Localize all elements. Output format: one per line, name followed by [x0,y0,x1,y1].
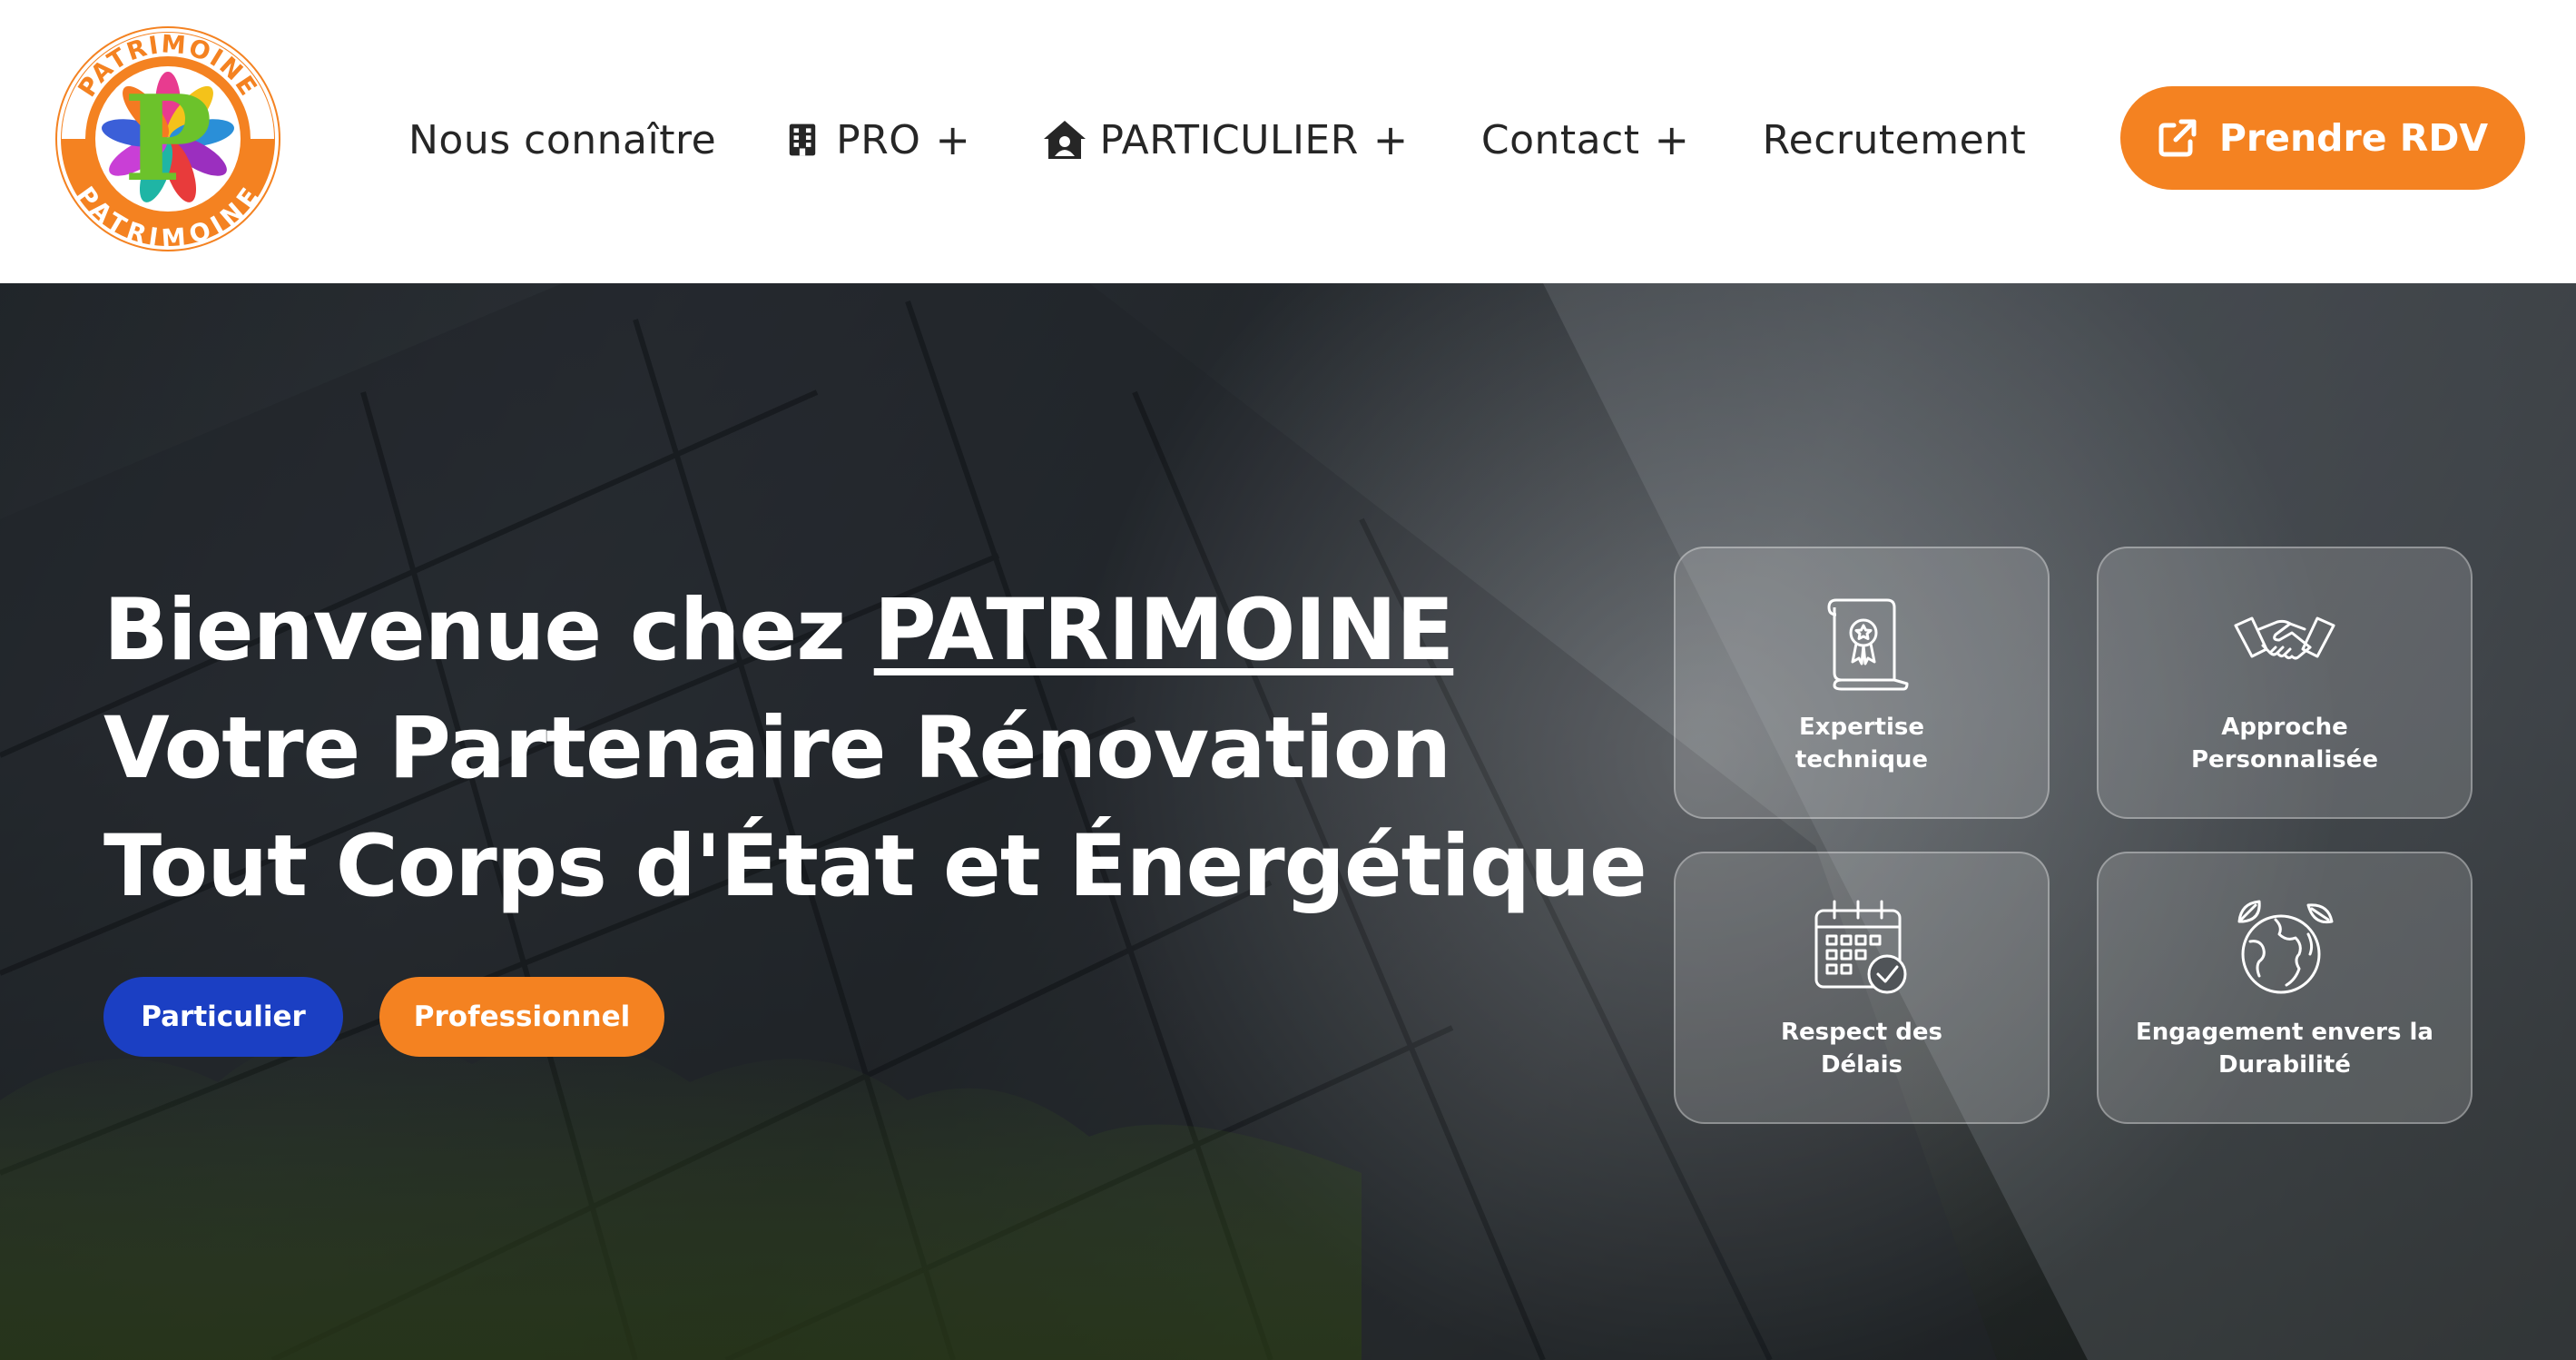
nav-recrutement[interactable]: Recrutement [1763,102,2027,178]
plus-icon: + [935,115,971,164]
hero-section: Bienvenue chez PATRIMOINE Votre Partenai… [0,283,2576,1360]
calendar-check-icon [1814,900,1907,994]
handshake-icon [2234,616,2335,660]
nav-label: PRO [836,116,921,163]
hero-title: Bienvenue chez PATRIMOINE Votre Partenai… [103,572,1647,926]
particulier-button[interactable]: Particulier [103,977,343,1057]
hero-title-line1: Bienvenue chez PATRIMOINE [103,572,1647,690]
nav-particulier[interactable]: PARTICULIER + [1043,102,1408,178]
feature-card-approche: Approche Personnalisée [2097,547,2473,819]
site-header: PATRIMOINE PATRIMOINE P Nous connaître P… [0,0,2576,283]
nav-contact[interactable]: Contact + [1481,102,1690,178]
nav-label: Contact [1480,116,1640,163]
cta-label: Prendre RDV [2218,116,2489,160]
hero-title-line3: Tout Corps d'État et Énergétique [103,817,1647,916]
hero-title-prefix: Bienvenue chez [103,581,874,680]
prendre-rdv-button[interactable]: Prendre RDV [2120,86,2525,190]
certificate-scroll-icon [1827,598,1909,691]
hero-title-brand: PATRIMOINE [873,581,1454,680]
plus-icon: + [1372,115,1409,164]
card-label: Respect des Délais [1781,1019,1942,1079]
nav-label: PARTICULIER [1099,116,1359,163]
patrimoine-logo[interactable]: PATRIMOINE PATRIMOINE P [53,24,283,254]
house-user-icon [1043,120,1086,160]
eco-globe-icon [2237,900,2334,994]
feature-card-delais: Respect des Délais [1674,852,2050,1124]
nav-label: Recrutement [1762,116,2027,163]
professionnel-button[interactable]: Professionnel [379,977,664,1057]
main-nav: Nous connaître PRO + PARTICULIER + Conta… [408,102,2099,178]
card-label: Engagement envers la Durabilité [2136,1019,2433,1079]
card-label: Expertise technique [1794,714,1929,774]
hero-title-line2: Votre Partenaire Rénovation [103,699,1451,798]
plus-icon: + [1654,115,1690,164]
feature-card-expertise: Expertise technique [1674,547,2050,819]
feature-card-durabilite: Engagement envers la Durabilité [2097,852,2473,1124]
nav-label: Nous connaître [408,116,717,163]
nav-nous-connaitre[interactable]: Nous connaître [408,102,716,178]
logo-letter: P [123,69,212,208]
building-icon [789,120,823,160]
card-label: Approche Personnalisée [2191,714,2378,774]
nav-pro[interactable]: PRO + [789,102,970,178]
external-link-icon [2158,118,2197,158]
